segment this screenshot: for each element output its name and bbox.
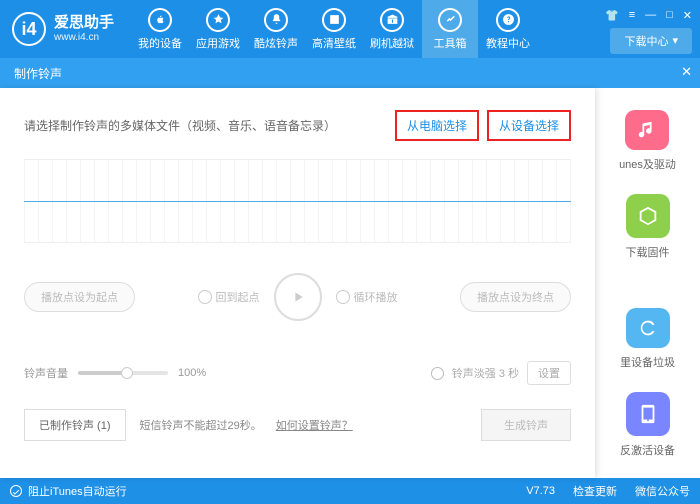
side-clean-device[interactable]: 里设备垃圾 [620,308,675,368]
waveform-area[interactable] [24,159,571,243]
help-icon [496,8,520,32]
appstore-icon [206,8,230,32]
download-center-label: 下载中心 [624,33,668,49]
shirt-icon[interactable]: 👕 [605,9,619,22]
ringtone-panel: 请选择制作铃声的多媒体文件（视频、音乐、语音备忘录） 从电脑选择 从设备选择 播… [0,88,595,478]
play-button[interactable] [274,273,322,321]
tab-label: 制作铃声 [14,65,62,82]
side-label: 下载固件 [626,244,670,260]
tab-make-ringtone[interactable]: 制作铃声 [0,58,76,88]
how-to-set-link[interactable]: 如何设置铃声？ [276,417,353,433]
nav-label: 工具箱 [434,35,467,51]
image-icon [322,8,346,32]
loop-icon [336,290,350,304]
nav-toolbox[interactable]: 工具箱 [422,0,478,58]
waveform-midline [24,201,571,202]
top-nav: 我的设备 应用游戏 酷炫铃声 高清壁纸 刷机越狱 工具箱 教程中心 [132,0,605,58]
box-icon [380,8,404,32]
choose-from-device-button[interactable]: 从设备选择 [487,110,571,141]
itunes-block-label: 阻止iTunes自动运行 [28,483,127,499]
status-bar: 阻止iTunes自动运行 V7.73 检查更新 微信公众号 [0,478,700,504]
set-end-button[interactable]: 播放点设为终点 [460,282,571,312]
side-tools: unes及驱动 下载固件 里设备垃圾 反激活设备 [595,88,700,478]
side-deactivate[interactable]: 反激活设备 [620,392,675,458]
set-start-button[interactable]: 播放点设为起点 [24,282,135,312]
side-download-firmware[interactable]: 下载固件 [626,194,670,260]
chevron-down-icon: ▾ [672,34,678,47]
tools-icon [438,8,462,32]
refresh-icon [626,308,670,348]
volume-slider[interactable] [78,371,168,375]
loop-play-button[interactable]: 循环播放 [336,289,398,305]
nav-label: 教程中心 [486,35,530,51]
side-label: 反激活设备 [620,442,675,458]
nav-label: 高清壁纸 [312,35,356,51]
nav-label: 酷炫铃声 [254,35,298,51]
nav-my-device[interactable]: 我的设备 [132,0,188,58]
sms-note: 短信铃声不能超过29秒。 [140,417,262,433]
app-logo: i4 爱思助手 www.i4.cn [0,12,126,46]
nav-ringtones[interactable]: 酷炫铃声 [248,0,304,58]
nav-flash[interactable]: 刷机越狱 [364,0,420,58]
app-name: 爱思助手 [54,15,114,32]
side-label: unes及驱动 [619,156,676,170]
loop-label: 循环播放 [354,289,398,305]
volume-value: 100% [178,367,206,379]
maximize-icon[interactable]: □ [666,9,673,22]
rewind-icon [198,290,212,304]
back-to-start-button[interactable]: 回到起点 [198,289,260,305]
itunes-block-checkbox[interactable] [10,485,22,497]
choose-from-computer-button[interactable]: 从电脑选择 [395,110,479,141]
window-controls: 👕 ≡ — □ ✕ [605,9,692,22]
wechat-link[interactable]: 微信公众号 [635,483,690,499]
nav-apps[interactable]: 应用游戏 [190,0,246,58]
check-update-link[interactable]: 检查更新 [573,483,617,499]
side-itunes-driver[interactable]: unes及驱动 [619,110,676,170]
fade-checkbox[interactable] [431,367,444,380]
nav-label: 我的设备 [138,35,182,51]
minimize-icon[interactable]: — [645,9,656,22]
title-bar: i4 爱思助手 www.i4.cn 我的设备 应用游戏 酷炫铃声 高清壁纸 刷机… [0,0,700,58]
tab-strip: 制作铃声 ✕ [0,58,700,88]
settings-icon[interactable]: ≡ [629,9,635,22]
close-icon[interactable]: ✕ [683,9,692,22]
bell-icon [264,8,288,32]
volume-label: 铃声音量 [24,365,68,381]
generate-ringtone-button[interactable]: 生成铃声 [481,409,571,441]
nav-wallpapers[interactable]: 高清壁纸 [306,0,362,58]
prompt-text: 请选择制作铃声的多媒体文件（视频、音乐、语音备忘录） [24,117,336,134]
tab-close-button[interactable]: ✕ [681,64,692,80]
play-icon [290,289,306,305]
nav-label: 应用游戏 [196,35,240,51]
cube-icon [626,194,670,238]
logo-icon: i4 [12,12,46,46]
made-ringtones-button[interactable]: 已制作铃声 (1) [24,409,126,441]
fade-label: 铃声淡强 3 秒 [452,365,519,381]
download-center-button[interactable]: 下载中心 ▾ [610,28,692,54]
app-url: www.i4.cn [54,32,114,43]
nav-label: 刷机越狱 [370,35,414,51]
side-label: 里设备垃圾 [620,354,675,368]
nav-tutorials[interactable]: 教程中心 [480,0,536,58]
fade-settings-button[interactable]: 设置 [527,361,571,385]
phone-icon [626,392,670,436]
version-label: V7.73 [526,485,555,497]
music-icon [625,110,669,150]
apple-icon [148,8,172,32]
back-start-label: 回到起点 [216,289,260,305]
